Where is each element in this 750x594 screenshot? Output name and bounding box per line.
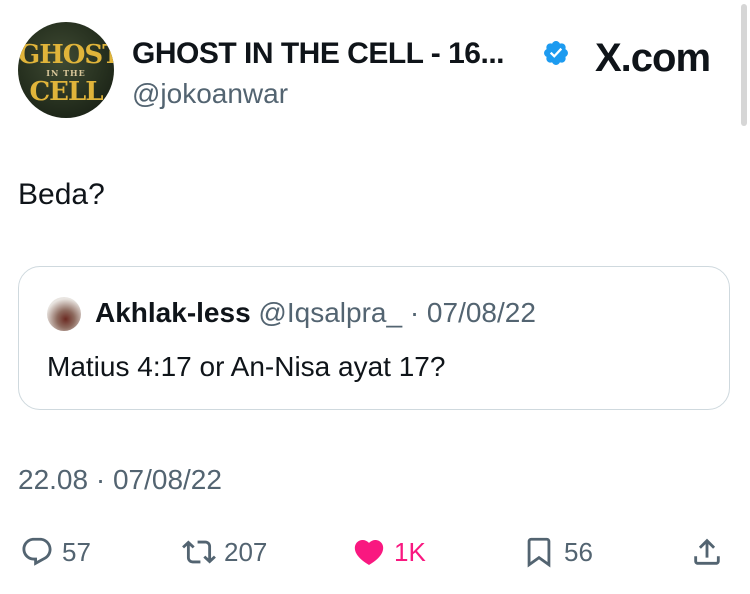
avatar-text-cell: CELL [29,77,103,107]
author-handle[interactable]: @jokoanwar [132,78,288,110]
quoted-separator: · [409,297,420,328]
tweet-timestamp[interactable]: 22.08 · 07/08/22 [18,464,222,496]
like-button[interactable]: 1K [352,530,426,574]
like-count: 1K [394,536,426,567]
quoted-text: Matius 4:17 or An-Nisa ayat 17? [47,351,446,382]
bookmark-count: 56 [564,536,593,567]
x-logo: X.com [595,36,711,80]
quoted-avatar [47,297,81,331]
share-icon [694,538,720,565]
quoted-date: 07/08/22 [426,297,536,328]
reply-count: 57 [62,536,91,567]
reply-icon [22,537,52,566]
quoted-header: Akhlak-less @Iqsalpra_ · 07/08/22 [95,297,536,329]
retweet-button[interactable]: 207 [182,530,267,574]
quoted-handle: @Iqsalpra_ [258,297,403,328]
reply-button[interactable]: 57 [20,530,91,574]
avatar-text-ghost: GHOST [18,40,114,70]
bookmark-button[interactable]: 56 [522,530,593,574]
display-name[interactable]: GHOST IN THE CELL - 16... [132,37,505,71]
tweet-text: Beda? [18,178,105,211]
scrollbar[interactable] [741,4,747,126]
quoted-tweet[interactable]: Akhlak-less @Iqsalpra_ · 07/08/22 Matius… [18,266,730,410]
bookmark-icon [527,537,551,568]
verified-badge-icon [544,41,568,65]
retweet-count: 207 [224,536,268,567]
quoted-name: Akhlak-less [95,297,251,328]
avatar[interactable]: GHOST IN THE CELL [18,22,114,118]
retweet-icon [182,540,216,564]
heart-icon [354,539,384,565]
tweet-header: GHOST IN THE CELL GHOST IN THE CELL - 16… [18,22,718,122]
action-bar: 57 207 1K 56 [0,530,750,574]
share-button[interactable] [690,530,724,574]
